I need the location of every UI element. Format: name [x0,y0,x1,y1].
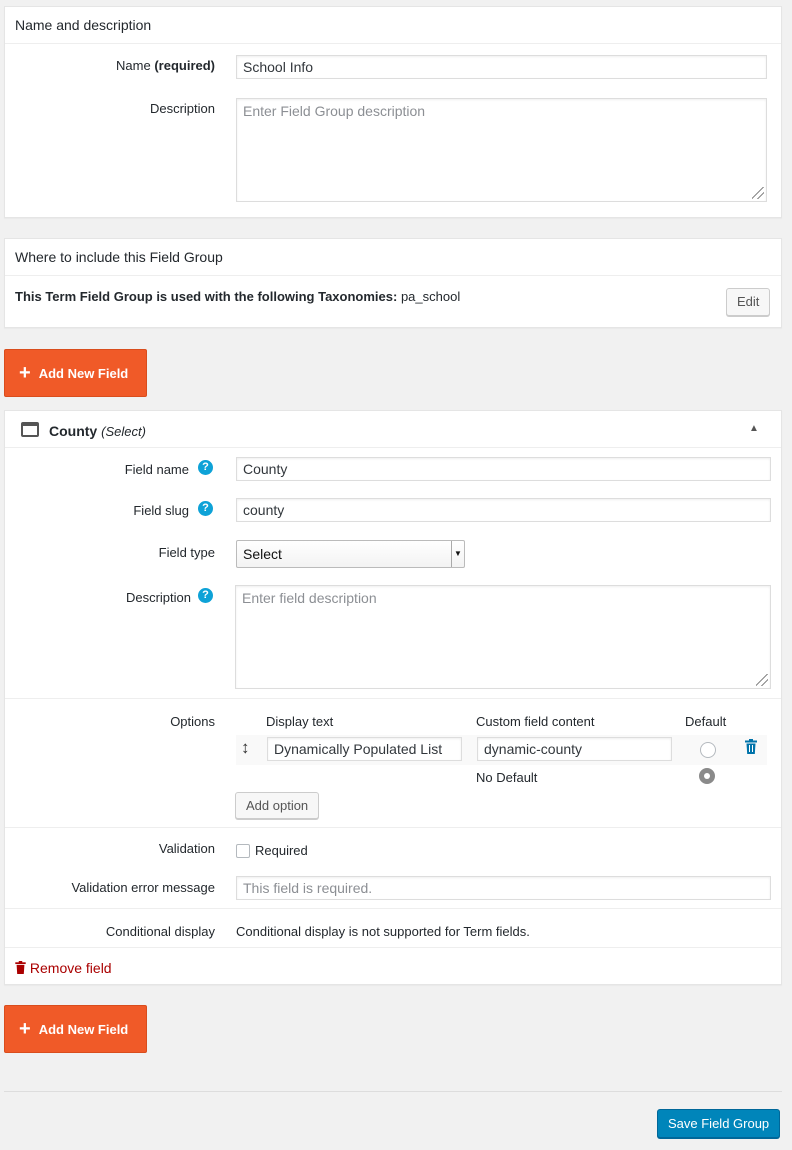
panel-title: Where to include this Field Group [5,239,781,276]
options-col-display: Display text [266,714,334,729]
help-icon[interactable]: ? [198,501,213,516]
save-field-group-button[interactable]: Save Field Group [657,1109,781,1138]
validation-error-label: Validation error message [71,880,215,895]
remove-field-link[interactable]: Remove field [15,960,112,977]
field-type-note: (Select) [101,424,146,439]
option-display-input[interactable]: Dynamically Populated List [267,737,462,761]
field-type-select[interactable]: Select ▼ [236,540,465,568]
plus-icon: + [19,362,31,384]
no-default-label: No Default [476,770,538,785]
include-info: This Term Field Group is used with the f… [15,289,461,304]
select-field-icon [21,422,39,437]
field-slug-label: Field slug [133,503,189,518]
description-textarea[interactable]: Enter Field Group description [236,98,767,202]
divider [5,827,781,828]
drag-handle-icon[interactable]: ↕ [241,738,250,758]
options-col-custom: Custom field content [476,714,595,729]
field-title: County [49,423,98,439]
chevron-down-icon: ▼ [451,541,464,567]
field-type-label: Field type [158,545,215,560]
option-row: ↕ Dynamically Populated List dynamic-cou… [236,735,767,765]
name-input[interactable]: School Info [236,55,767,79]
name-description-panel: Name and description Name (required) Sch… [4,6,782,218]
validation-error-input[interactable]: This field is required. [236,876,771,900]
edit-button[interactable]: Edit [726,288,771,316]
option-default-radio[interactable] [700,742,716,758]
collapse-arrow-icon[interactable]: ▲ [749,423,759,434]
add-option-button[interactable]: Add option [235,792,320,819]
add-new-field-button[interactable]: + Add New Field [4,349,147,397]
add-new-field-button-bottom[interactable]: + Add New Field [4,1005,147,1053]
option-custom-input[interactable]: dynamic-county [477,737,672,761]
resize-handle-icon[interactable] [756,674,768,686]
footer-divider [4,1091,782,1092]
validation-label: Validation [158,841,215,856]
conditional-text: Conditional display is not supported for… [236,924,530,939]
trash-icon[interactable] [745,739,757,754]
trash-icon [15,961,26,977]
field-header[interactable]: County (Select) ▲ [5,411,781,448]
panel-title: Name and description [5,7,781,44]
options-label: Options [170,714,215,729]
field-panel-county: County (Select) ▲ Field name ? County Fi… [4,410,782,985]
resize-handle-icon[interactable] [752,187,764,199]
divider [5,947,781,948]
no-default-radio[interactable] [699,768,715,784]
divider [5,908,781,909]
required-checkbox[interactable] [236,844,250,858]
name-label: Name (required) [116,58,215,73]
field-description-label: Description [125,590,191,605]
field-name-label: Field name [124,462,189,477]
field-description-textarea[interactable]: Enter field description [235,585,771,689]
field-name-input[interactable]: County [236,457,771,481]
help-icon[interactable]: ? [198,460,213,475]
include-panel: Where to include this Field Group This T… [4,238,782,328]
options-col-default: Default [685,714,727,729]
help-icon[interactable]: ? [198,588,213,603]
plus-icon: + [19,1018,31,1040]
conditional-label: Conditional display [105,924,215,939]
required-label: Required [255,843,308,858]
divider [5,698,781,699]
field-slug-input[interactable]: county [236,498,771,522]
description-label: Description [149,101,215,116]
